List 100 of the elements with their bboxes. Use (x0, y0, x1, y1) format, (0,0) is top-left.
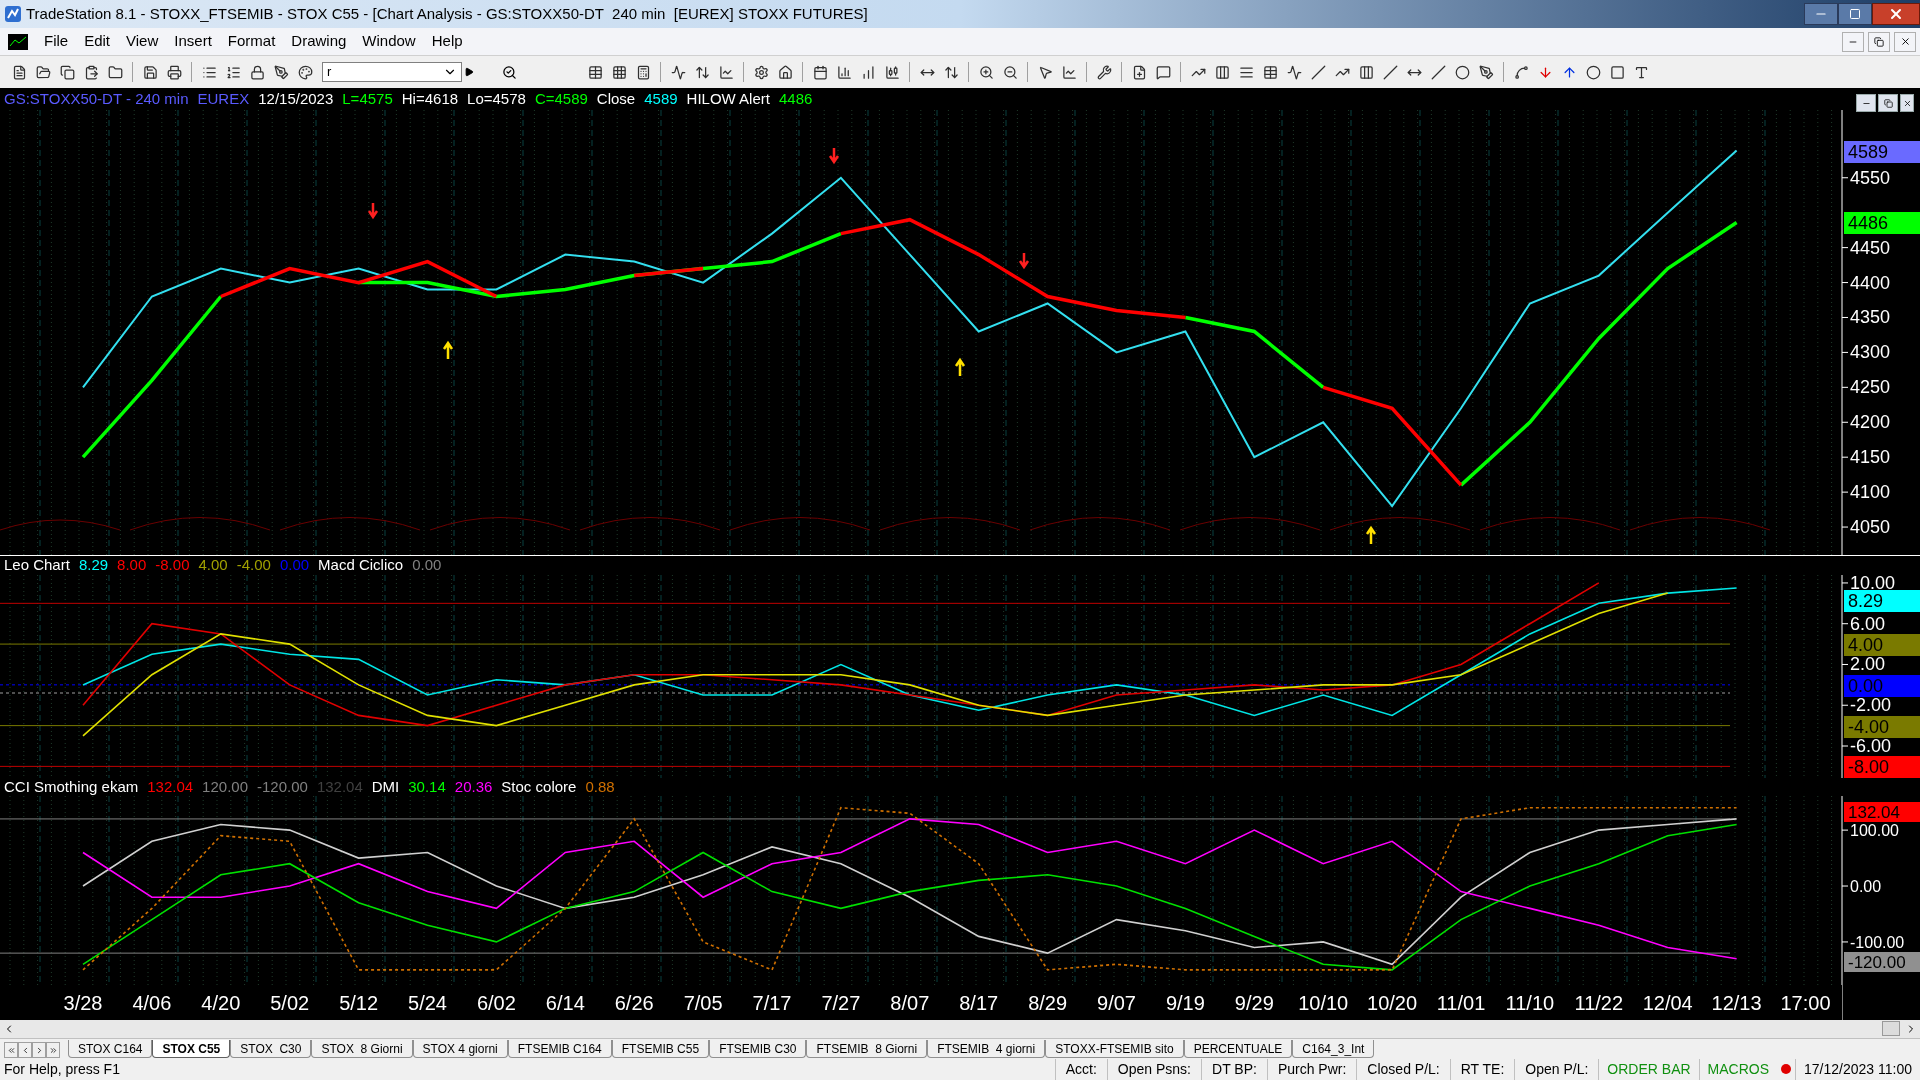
close-button[interactable] (1872, 3, 1920, 25)
first-tab-button[interactable] (4, 1042, 18, 1058)
macros-status: MACROS (1698, 1058, 1778, 1080)
table-icon[interactable] (587, 64, 603, 80)
vertical-lines-icon[interactable] (1214, 64, 1230, 80)
sheet-tab[interactable]: PERCENTUALE (1183, 1040, 1293, 1058)
house-icon[interactable] (777, 64, 793, 80)
bar-chart-icon[interactable] (860, 64, 876, 80)
legend-label: 132.04 (316, 776, 363, 797)
date-axis-label: 5/02 (270, 992, 310, 1014)
horizontal-lines-icon[interactable] (1238, 64, 1254, 80)
grid-icon[interactable] (611, 64, 627, 80)
search-icon[interactable] (501, 64, 517, 80)
new-file-icon[interactable] (11, 64, 27, 80)
menu-item[interactable]: Format (219, 30, 284, 53)
print-icon[interactable] (166, 64, 182, 80)
play-icon[interactable] (464, 67, 474, 77)
menu-item[interactable]: File (36, 30, 77, 53)
previous-tab-button[interactable] (18, 1042, 32, 1058)
menu-item[interactable]: Drawing (283, 30, 355, 53)
up-down-arrows-icon[interactable] (694, 64, 710, 80)
ellipse-icon[interactable] (1454, 64, 1470, 80)
menu-item[interactable]: Edit (76, 30, 119, 53)
scrollbar-thumb[interactable] (1882, 1021, 1900, 1036)
diagonal-line-icon[interactable] (1310, 64, 1326, 80)
menu-item[interactable]: Window (354, 30, 424, 53)
wrench-icon[interactable] (1096, 64, 1112, 80)
sheet-tab[interactable]: STOX C55 (152, 1040, 231, 1058)
symbol-field[interactable]: r (322, 62, 462, 82)
folder-icon[interactable] (107, 64, 123, 80)
calculator-icon[interactable] (635, 64, 651, 80)
sheet-tab[interactable]: FTSEMIB C164 (507, 1040, 612, 1058)
zoom-out-icon[interactable] (1002, 64, 1018, 80)
settings-icon[interactable] (753, 64, 769, 80)
sheet-tab[interactable]: FTSEMIB 8 Giorni (806, 1040, 928, 1058)
sheet-tab[interactable]: C164_3_Int (1292, 1040, 1375, 1058)
zoom-in-icon[interactable] (978, 64, 994, 80)
sheet-tab[interactable]: STOXX-FTSEMIB sito (1045, 1040, 1184, 1058)
candlestick-icon[interactable] (884, 64, 900, 80)
value-marker: 0.00 (1844, 675, 1920, 697)
sheet-tab[interactable]: STOX 8 Giorni (311, 1040, 413, 1058)
down-arrow-icon[interactable] (1537, 64, 1553, 80)
chart-close-button[interactable] (1900, 94, 1914, 112)
menu-item[interactable]: View (118, 30, 167, 53)
last-tab-button[interactable] (46, 1042, 60, 1058)
date-axis-label: 7/05 (683, 992, 723, 1014)
wave-icon[interactable] (1286, 64, 1302, 80)
palette-icon[interactable] (297, 64, 313, 80)
rectangle-icon[interactable] (1609, 64, 1625, 80)
ellipse-icon[interactable] (1585, 64, 1601, 80)
down-arrow-icon (828, 146, 840, 165)
diagonal-line-icon[interactable] (1430, 64, 1446, 80)
save-icon[interactable] (142, 64, 158, 80)
add-file-icon[interactable] (1131, 64, 1147, 80)
menu-item[interactable]: Help (423, 30, 471, 53)
bar-chart-icon[interactable] (836, 64, 852, 80)
legend-label: -120.00 (257, 776, 308, 797)
next-tab-button[interactable] (32, 1042, 46, 1058)
list-icon[interactable] (201, 64, 217, 80)
maximize-button[interactable] (1838, 3, 1872, 25)
chart-restore-button[interactable] (1878, 94, 1898, 112)
legend-label: 4486 (778, 88, 813, 109)
diagonal-line-icon[interactable] (1382, 64, 1398, 80)
ordered-list-icon[interactable] (225, 64, 241, 80)
open-folder-icon[interactable] (35, 64, 51, 80)
message-icon[interactable] (1155, 64, 1171, 80)
table-icon[interactable] (1262, 64, 1278, 80)
axis-label: 6.00 (1850, 613, 1886, 634)
line-chart-icon[interactable] (1061, 64, 1077, 80)
pen-icon[interactable] (1478, 64, 1494, 80)
minimize-button[interactable] (1804, 3, 1838, 25)
sheet-tab[interactable]: FTSEMIB 4 giorni (927, 1040, 1046, 1058)
down-arrow-icon (1018, 251, 1030, 270)
line-chart-icon[interactable] (718, 64, 734, 80)
sheet-tab[interactable]: STOX C164 (68, 1040, 153, 1058)
paste-icon[interactable] (83, 64, 99, 80)
pen-icon[interactable] (273, 64, 289, 80)
sheet-tab[interactable]: STOX C30 (230, 1040, 312, 1058)
sheet-tab[interactable]: FTSEMIB C55 (611, 1040, 710, 1058)
curve-icon[interactable] (1513, 64, 1529, 80)
copy-icon[interactable] (59, 64, 75, 80)
date-axis-label: 6/02 (476, 992, 516, 1014)
axis-label: 10.00 (1850, 575, 1896, 593)
mdi-restore-button[interactable] (1868, 31, 1890, 52)
date-axis-label: 6/26 (614, 992, 654, 1014)
help-text: For Help, press F1 (3, 1059, 121, 1079)
vertical-lines-icon[interactable] (1358, 64, 1374, 80)
wave-icon[interactable] (670, 64, 686, 80)
text-icon[interactable] (1633, 64, 1649, 80)
sheet-tab[interactable]: FTSEMIB C30 (709, 1040, 807, 1058)
menu-item[interactable]: Insert (166, 30, 220, 53)
legend-label: Leo Chart (4, 555, 70, 576)
lock-icon[interactable] (249, 64, 265, 80)
calendar-icon[interactable] (812, 64, 828, 80)
mdi-close-button[interactable] (1894, 31, 1916, 52)
date-axis-label: 3/28 (63, 992, 103, 1014)
sheet-tab[interactable]: STOX 4 giorni (412, 1040, 508, 1058)
pointer-icon[interactable] (1037, 64, 1053, 80)
up-arrow-icon (954, 357, 966, 378)
up-down-arrows-icon[interactable] (943, 64, 959, 80)
